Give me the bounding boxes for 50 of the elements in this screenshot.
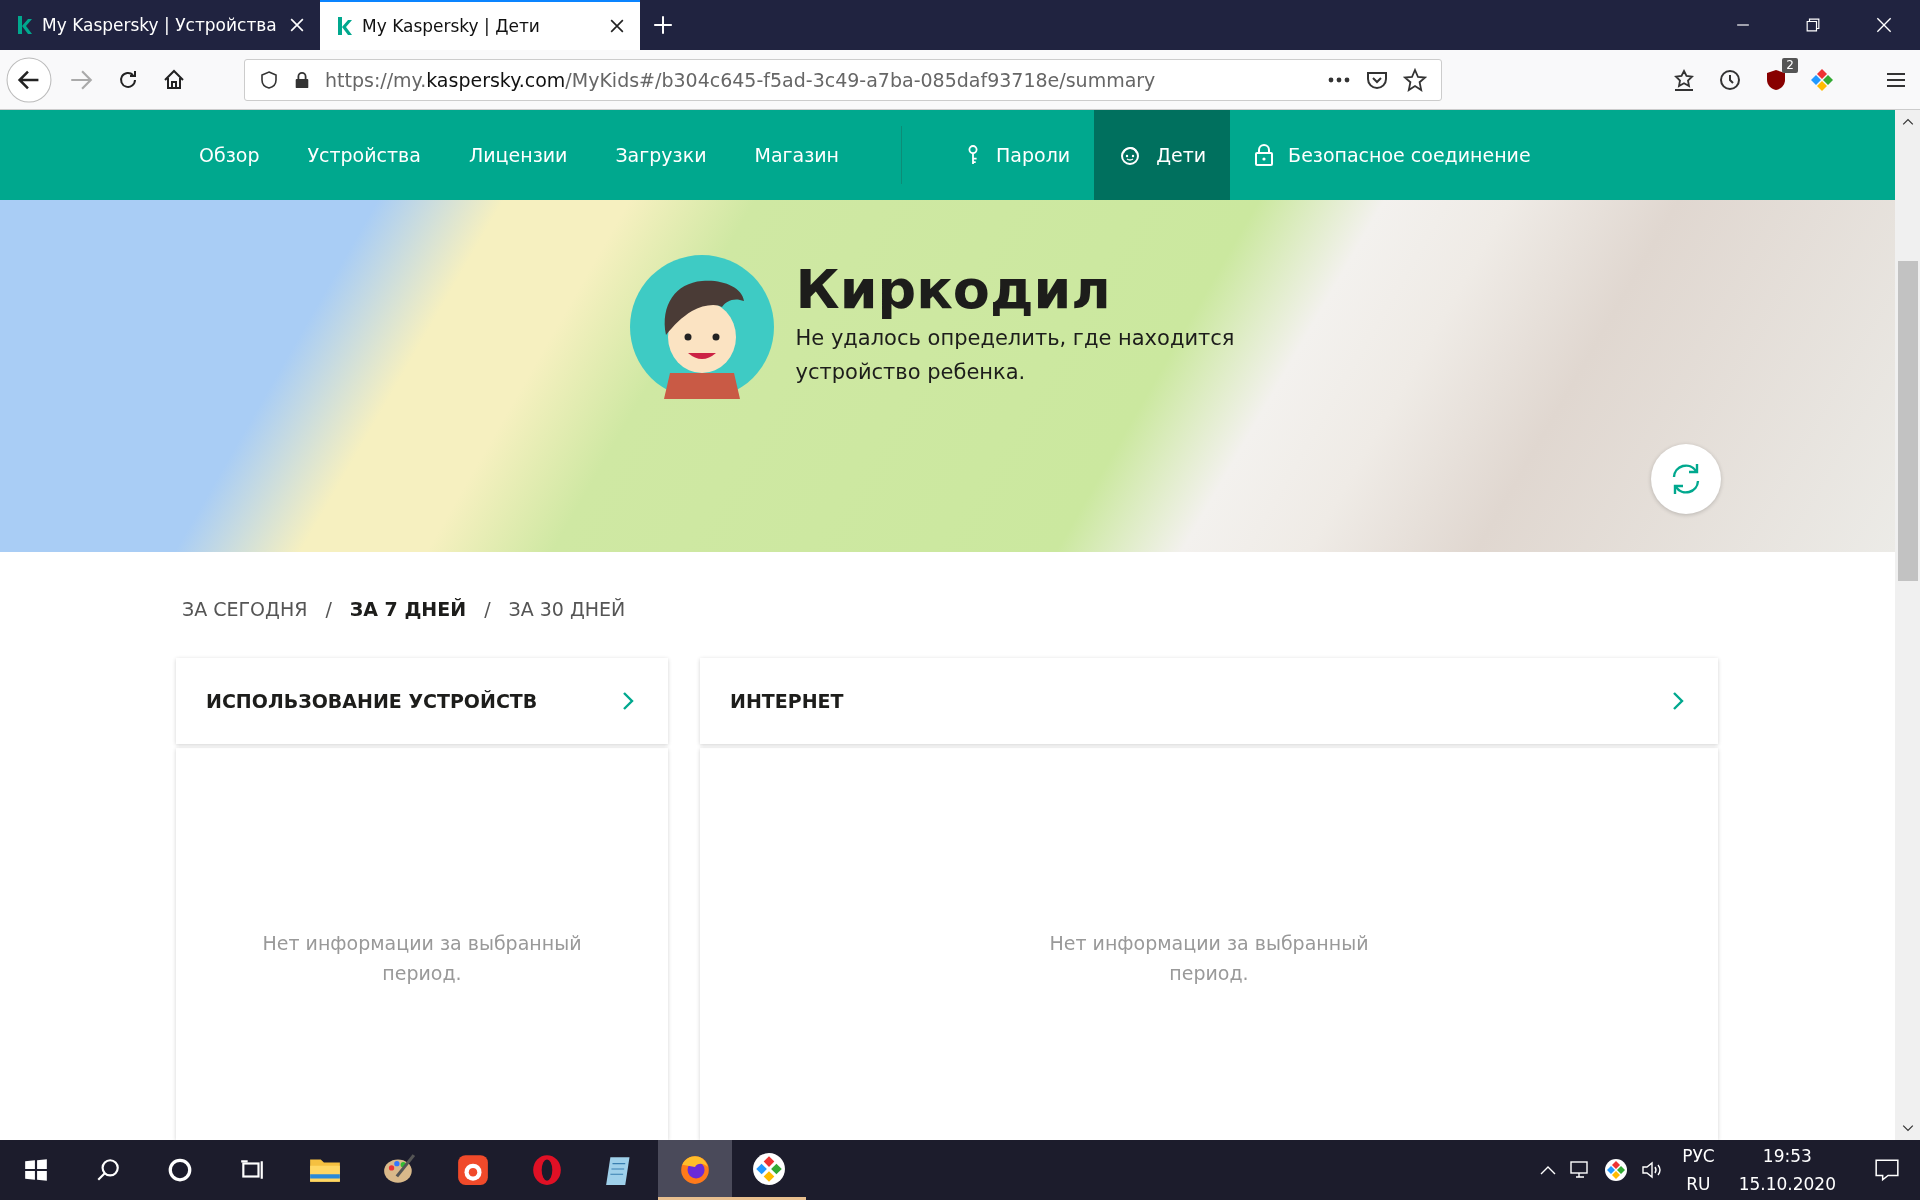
close-icon[interactable] <box>610 19 624 33</box>
refresh-button[interactable] <box>1651 444 1721 514</box>
keyboard-layout[interactable]: RU <box>1686 1170 1711 1198</box>
browser-tab[interactable]: My Kaspersky | Устройства <box>0 0 320 50</box>
chevron-up-icon[interactable] <box>1540 1165 1557 1175</box>
child-name: Киркодил <box>795 259 1112 321</box>
more-icon[interactable] <box>1327 75 1351 84</box>
lock-icon <box>293 69 311 90</box>
scroll-up-icon[interactable] <box>1901 118 1914 126</box>
scrollbar-thumb[interactable] <box>1897 261 1918 581</box>
scroll-down-icon[interactable] <box>1901 1124 1914 1132</box>
shield-icon[interactable] <box>259 69 279 90</box>
restore-icon[interactable] <box>1806 18 1820 32</box>
search-icon[interactable] <box>95 1157 121 1183</box>
period-tab[interactable]: ЗА 7 ДНЕЙ <box>349 598 467 626</box>
clock-date[interactable]: 15.10.2020 <box>1738 1170 1836 1198</box>
empty-message: Нет информации за выбранный период. <box>1048 931 1370 986</box>
clock-icon[interactable] <box>1718 67 1742 92</box>
card-header[interactable]: ИСПОЛЬЗОВАНИЕ УСТРОЙСТВ <box>176 658 668 744</box>
chevron-right-icon[interactable] <box>622 691 634 711</box>
browser-tab[interactable]: My Kaspersky | Дети <box>320 0 640 50</box>
star-icon[interactable] <box>1403 67 1427 92</box>
k-logo-icon <box>336 16 352 36</box>
library-star-icon[interactable] <box>1672 67 1696 92</box>
location-message: Не удалось определить, где находится устройство ребенка. <box>795 325 1236 386</box>
shield-extension-icon[interactable] <box>1764 67 1788 92</box>
extension-badge: 2 <box>1782 57 1798 73</box>
address-bar[interactable]: https://my.kaspersky.com/MyKids#/b304c645-f5ad-3c49-a7ba-085daf93718e/summary <box>244 58 1442 101</box>
new-tab-icon[interactable] <box>652 14 674 36</box>
opera-icon <box>530 1153 564 1187</box>
card-header[interactable]: ИНТЕРНЕТ <box>700 658 1718 744</box>
url-text: https://my.kaspersky.com/MyKids#/b304c645-f5ad-3c49-a7ba-085daf93718e/summary <box>325 68 1156 91</box>
start-icon[interactable] <box>23 1157 49 1183</box>
period-tab[interactable]: ЗА СЕГОДНЯ <box>182 598 308 626</box>
empty-message: Нет информации за выбранный период. <box>261 931 583 986</box>
cortana-icon[interactable] <box>167 1157 193 1183</box>
language-indicator[interactable]: РУС <box>1682 1142 1715 1170</box>
separator-slash: / <box>325 598 332 622</box>
home-icon[interactable] <box>162 67 186 92</box>
scrollbar[interactable] <box>1895 110 1920 1140</box>
chevron-right-icon[interactable] <box>1672 691 1684 711</box>
record-app-icon <box>456 1153 490 1187</box>
clock-time[interactable]: 19:53 <box>1762 1142 1812 1170</box>
notification-icon[interactable] <box>1874 1157 1900 1183</box>
period-tab[interactable]: ЗА 30 ДНЕЙ <box>508 598 626 626</box>
nav-item[interactable]: Дети <box>1094 110 1231 200</box>
separator-slash: / <box>484 598 491 622</box>
back-icon[interactable] <box>6 56 52 103</box>
k-logo-icon <box>16 15 32 35</box>
lock-icon <box>1254 143 1275 167</box>
